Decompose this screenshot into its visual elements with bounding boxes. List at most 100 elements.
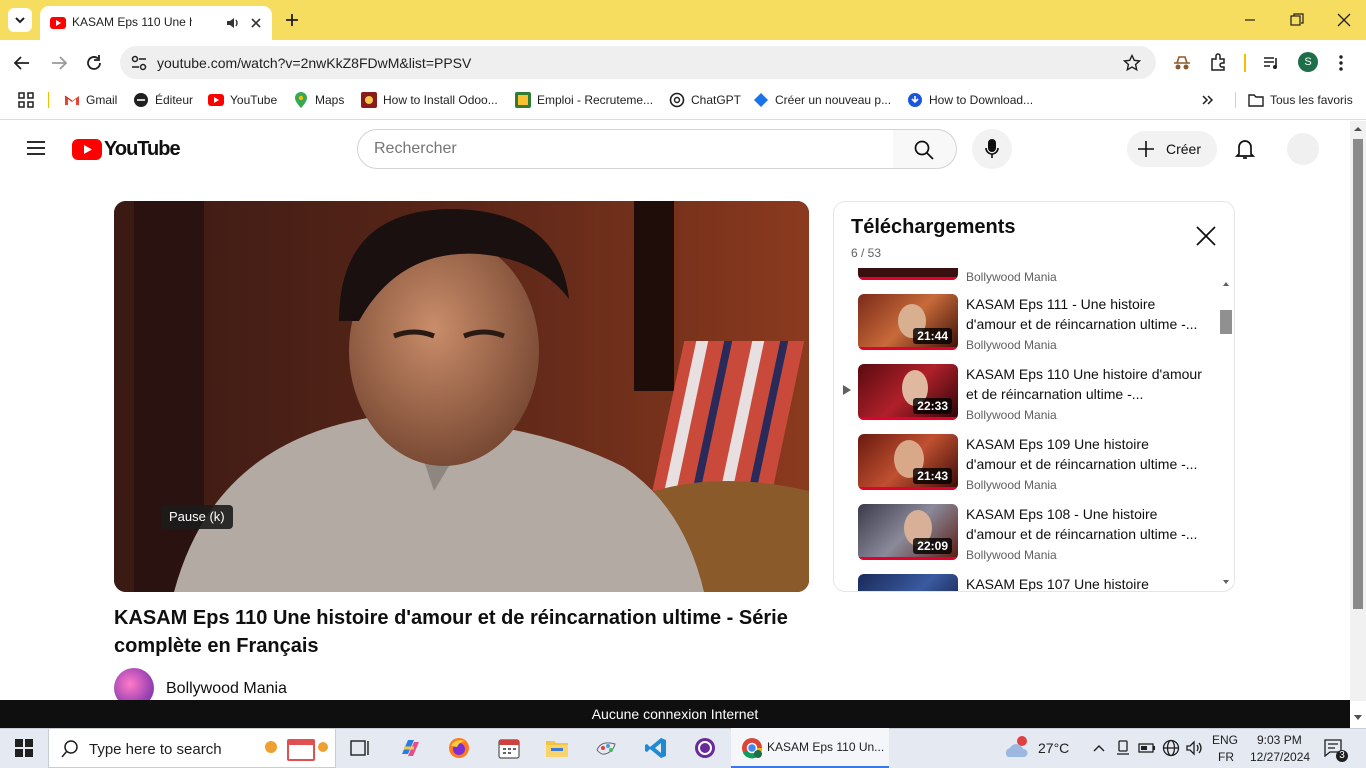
network-globe-icon[interactable]: [1162, 739, 1180, 757]
search-button[interactable]: [893, 129, 957, 169]
notification-count-badge: 3: [1336, 750, 1348, 762]
youtube-logo-text: YouTube: [104, 137, 181, 160]
bookmark-label: Créer un nouveau p...: [775, 93, 892, 107]
bookmark-gmail[interactable]: Gmail: [64, 90, 117, 110]
partial-thumbnail[interactable]: [858, 268, 958, 280]
taskbar-search-box[interactable]: Type here to search: [48, 728, 336, 768]
playlist-item-current[interactable]: 22:33 KASAM Eps 110 Une histoire d'amour…: [834, 364, 1224, 434]
youtube-icon: [208, 92, 224, 108]
task-view-icon[interactable]: [348, 736, 372, 760]
search-input[interactable]: Rechercher: [357, 129, 894, 169]
playlist-item-channel: Bollywood Mania: [966, 408, 1057, 422]
taskbar-chrome-window[interactable]: KASAM Eps 110 Un...: [731, 728, 889, 768]
playlist-item[interactable]: KASAM Eps 107 Une histoire: [834, 574, 1224, 592]
weather-temperature[interactable]: 27°C: [1038, 740, 1069, 756]
bookmark-download[interactable]: How to Download...: [907, 90, 1033, 110]
maps-icon: [293, 92, 309, 108]
create-button[interactable]: Créer: [1127, 131, 1217, 167]
incognito-icon[interactable]: [1172, 54, 1192, 72]
close-window-icon[interactable]: [1337, 13, 1351, 27]
speaker-icon[interactable]: [226, 16, 240, 30]
bookmark-icon: [515, 92, 531, 108]
offline-banner: Aucune connexion Internet: [0, 700, 1350, 728]
back-icon[interactable]: [13, 54, 31, 72]
youtube-logo[interactable]: YouTube: [72, 137, 181, 161]
volume-icon[interactable]: [1186, 740, 1204, 756]
bookmark-odoo[interactable]: How to Install Odoo...: [361, 90, 498, 110]
language-indicator-bottom[interactable]: FR: [1218, 750, 1234, 764]
site-info-icon[interactable]: [130, 54, 148, 72]
reload-icon[interactable]: [85, 54, 103, 72]
calendar-app-icon[interactable]: [497, 736, 521, 760]
hamburger-menu-icon[interactable]: [26, 140, 46, 156]
playlist-item-thumbnail: 21:44: [858, 294, 958, 350]
bookmark-label: Maps: [315, 93, 345, 107]
clock-time[interactable]: 9:03 PM: [1257, 733, 1302, 747]
voice-search-button[interactable]: [972, 129, 1012, 169]
bookmark-youtube[interactable]: YouTube: [208, 90, 277, 110]
bookmark-maps[interactable]: Maps: [293, 90, 344, 110]
show-hidden-icons-icon[interactable]: [1092, 742, 1106, 754]
tab-search-button[interactable]: [8, 8, 32, 32]
bookmark-label: How to Download...: [929, 93, 1034, 107]
firefox-icon[interactable]: [447, 736, 471, 760]
media-app-icon[interactable]: [693, 736, 717, 760]
folder-icon: [1248, 92, 1264, 108]
browser-tab[interactable]: KASAM Eps 110 Une histoire: [40, 6, 272, 40]
address-bar[interactable]: youtube.com/watch?v=2nwKkZ8FDwM&list=PPS…: [120, 46, 1156, 79]
device-icon[interactable]: [1115, 740, 1131, 756]
bookmark-star-icon[interactable]: [1123, 54, 1141, 72]
language-indicator-top[interactable]: ENG: [1212, 733, 1238, 747]
playlist-item[interactable]: 21:43 KASAM Eps 109 Une histoire d'amour…: [834, 434, 1224, 504]
youtube-favicon-icon: [50, 17, 66, 29]
new-tab-icon[interactable]: [284, 12, 300, 28]
bookmark-creer[interactable]: Créer un nouveau p...: [753, 90, 891, 110]
minimize-icon[interactable]: [1244, 14, 1256, 26]
bookmark-label: YouTube: [230, 93, 278, 107]
clock-date[interactable]: 12/27/2024: [1250, 750, 1310, 764]
more-bookmarks-icon[interactable]: [1202, 94, 1214, 106]
search-icon: [914, 140, 934, 160]
battery-icon[interactable]: [1138, 740, 1156, 756]
playlist-item-title: KASAM Eps 107 Une histoire: [966, 576, 1149, 592]
playlist-item[interactable]: 21:44 KASAM Eps 111 - Une histoire d'amo…: [834, 294, 1224, 364]
menu-dots-icon[interactable]: [1338, 54, 1344, 72]
bookmark-label: How to Install Odoo...: [383, 93, 498, 107]
all-bookmarks-folder[interactable]: Tous les favoris: [1248, 90, 1353, 110]
scroll-down-arrow-icon[interactable]: [1352, 712, 1364, 724]
copilot-icon[interactable]: [398, 736, 422, 760]
duration-badge: 22:09: [913, 538, 952, 554]
profile-avatar[interactable]: S: [1298, 52, 1318, 72]
windows-start-icon[interactable]: [15, 739, 33, 757]
restore-icon[interactable]: [1290, 13, 1304, 27]
apps-grid-icon[interactable]: [18, 92, 34, 108]
paint-app-icon[interactable]: [595, 736, 619, 760]
forward-icon[interactable]: [50, 54, 68, 72]
vscode-icon[interactable]: [644, 736, 668, 760]
pause-tooltip: Pause (k): [161, 505, 233, 529]
playlist-position: 6 / 53: [851, 246, 882, 260]
bookmark-emploi[interactable]: Emploi - Recruteme...: [515, 90, 653, 110]
all-bookmarks-label: Tous les favoris: [1270, 93, 1353, 107]
bookmark-label: Éditeur: [155, 93, 194, 107]
playlist-scrollbar[interactable]: [1220, 280, 1232, 590]
playlist-title[interactable]: Téléchargements: [851, 216, 1016, 239]
tab-close-icon[interactable]: [250, 17, 262, 29]
channel-name[interactable]: Bollywood Mania: [166, 680, 287, 698]
bookmark-chatgpt[interactable]: ChatGPT: [669, 90, 741, 110]
create-label: Créer: [1166, 141, 1202, 157]
video-player[interactable]: [114, 201, 809, 592]
file-explorer-icon[interactable]: [545, 736, 569, 760]
extensions-icon[interactable]: [1209, 53, 1227, 71]
scrollbar-track: [1353, 127, 1363, 609]
notifications-bell-icon[interactable]: [1235, 138, 1255, 160]
weather-icon[interactable]: [1004, 735, 1032, 761]
playlist-item[interactable]: 22:09 KASAM Eps 108 - Une histoire d'amo…: [834, 504, 1224, 574]
bookmark-editor[interactable]: Éditeur: [133, 90, 193, 110]
account-avatar[interactable]: [1287, 133, 1319, 165]
playlist-panel: Téléchargements 6 / 53 Bollywood Mania 2…: [833, 201, 1235, 592]
chatgpt-icon: [669, 92, 685, 108]
close-icon[interactable]: [1194, 224, 1218, 248]
page-scrollbar[interactable]: [1350, 121, 1366, 701]
media-control-icon[interactable]: [1262, 54, 1280, 72]
